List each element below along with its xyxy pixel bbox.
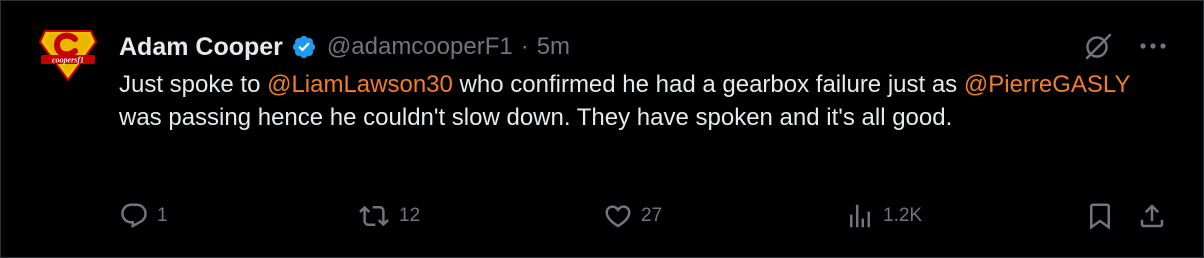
tweet-top-actions [1083, 31, 1167, 61]
tweet-card[interactable]: coopersf1 Adam Cooper @adamcooperF1 · 5m [0, 0, 1204, 258]
grok-icon[interactable] [1083, 31, 1113, 61]
views-count: 1.2K [883, 205, 923, 226]
like-count: 27 [641, 205, 663, 226]
author-name[interactable]: Adam Cooper [119, 33, 283, 62]
retweet-button[interactable]: 12 [357, 197, 420, 235]
timestamp[interactable]: 5m [537, 33, 570, 61]
avatar-logo: coopersf1 [39, 30, 97, 82]
reply-button[interactable]: 1 [119, 197, 168, 235]
tweet-text-part-1: Just spoke to [119, 71, 268, 98]
tweet-text: Just spoke to @LiamLawson30 who confirme… [119, 68, 1169, 134]
action-bar: 1 12 27 1.2K [119, 197, 1179, 235]
verified-icon[interactable] [291, 34, 317, 60]
share-button[interactable] [1137, 197, 1167, 235]
views-icon [845, 201, 875, 231]
like-icon [603, 201, 633, 231]
avatar-logo-text: coopersf1 [52, 56, 84, 65]
reply-icon [119, 201, 149, 231]
like-button[interactable]: 27 [603, 197, 662, 235]
tweet-text-part-2: who confirmed he had a gearbox failure j… [452, 71, 964, 98]
more-icon[interactable] [1139, 42, 1167, 50]
views-button[interactable]: 1.2K [845, 197, 922, 235]
mention-liam-lawson[interactable]: @LiamLawson30 [267, 71, 453, 98]
separator-dot: · [520, 33, 529, 60]
retweet-count: 12 [399, 205, 421, 226]
bookmark-button[interactable] [1085, 197, 1115, 235]
tweet-header: Adam Cooper @adamcooperF1 · 5m [119, 29, 570, 65]
reply-count: 1 [157, 205, 168, 226]
share-icon [1137, 201, 1167, 231]
avatar[interactable]: coopersf1 [39, 25, 97, 83]
mention-pierre-gasly[interactable]: @PierreGASLY [964, 71, 1130, 98]
author-handle[interactable]: @adamcooperF1 [327, 33, 513, 61]
bookmark-icon [1085, 201, 1115, 231]
tweet-text-part-3: was passing hence he couldn't slow down.… [119, 104, 953, 131]
retweet-icon [357, 201, 391, 231]
